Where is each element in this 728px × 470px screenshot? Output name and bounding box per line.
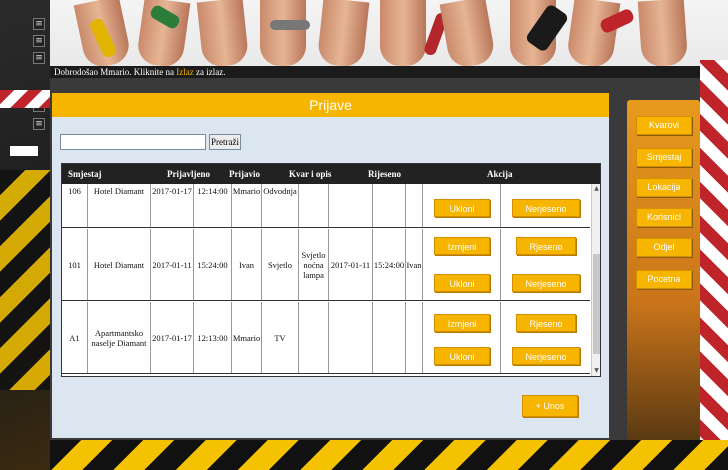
- menu-item-odjel[interactable]: Odjel: [636, 238, 692, 257]
- bottom-decoration: [50, 440, 728, 470]
- column-header: Akcija: [487, 169, 513, 179]
- cell-rijesio: Ivan: [406, 229, 423, 300]
- side-menu: Kvarovi Smjestaj Lokacija Korisnici Odje…: [627, 100, 700, 440]
- cell-time: 15:24:00: [194, 229, 232, 300]
- cell-id: A1: [62, 302, 88, 373]
- menu-item-lokacija[interactable]: Lokacija: [636, 178, 692, 197]
- cell-smjestaj: Apartmantsko naselje Diamant: [88, 302, 151, 373]
- column-header: Rijeseno: [368, 169, 401, 179]
- cell-rijeseno-time: 15:24:00: [373, 229, 406, 300]
- rjeseno-button[interactable]: Rjeseno: [516, 314, 576, 332]
- cell-prijavio: Mmario: [232, 302, 262, 373]
- prijave-panel: Prijave Pretraži Smjestaj Prijavljeno Pr…: [52, 93, 609, 438]
- cell-opis: [299, 302, 329, 373]
- header-banner: [0, 0, 728, 66]
- cell-rijesio: [406, 302, 423, 373]
- cell-rijeseno-time: [373, 302, 406, 373]
- prijave-table: Smjestaj Prijavljeno Prijavio Kvar i opi…: [61, 163, 601, 377]
- cell-date: 2017-01-17: [151, 184, 194, 227]
- cell-kvar: Odvodnja: [262, 184, 299, 227]
- ukloni-button[interactable]: Ukloni: [434, 274, 490, 292]
- cell-prijavio: Mmario: [232, 184, 262, 227]
- menu-square-icon: ≡: [33, 118, 45, 130]
- right-decoration: [700, 60, 728, 470]
- cell-kvar: TV: [262, 302, 299, 373]
- cell-smjestaj: Hotel Diamant: [88, 229, 151, 300]
- cell-rijeseno-date: [329, 184, 373, 227]
- nerjeseno-button[interactable]: Nerjeseno: [512, 274, 580, 292]
- column-header: Prijavio: [229, 169, 260, 179]
- scroll-up-icon[interactable]: ▲: [592, 184, 601, 194]
- page-title: Prijave: [52, 93, 609, 117]
- cell-time: 12:14:00: [194, 184, 232, 227]
- left-decoration: ≡ ≡ ≡ ≡ ≡: [0, 0, 50, 470]
- add-entry-button[interactable]: + Unos: [522, 395, 578, 417]
- menu-item-kvarovi[interactable]: Kvarovi: [636, 116, 692, 135]
- table-header: Smjestaj Prijavljeno Prijavio Kvar i opi…: [62, 164, 600, 184]
- search-input[interactable]: [60, 134, 206, 150]
- table-body: 106 Hotel Diamant 2017-01-17 12:14:00 Mm…: [62, 184, 600, 376]
- table-row: A1 Apartmantsko naselje Diamant 2017-01-…: [62, 302, 590, 374]
- column-header: Prijavljeno: [167, 169, 210, 179]
- ukloni-button[interactable]: Ukloni: [434, 347, 490, 365]
- cell-date: 2017-01-11: [151, 229, 194, 300]
- welcome-text-end: za izlaz.: [193, 67, 226, 77]
- menu-item-pocetna[interactable]: Pocetna: [636, 270, 692, 289]
- table-row: 106 Hotel Diamant 2017-01-17 12:14:00 Mm…: [62, 184, 590, 228]
- cell-rijeseno-date: [329, 302, 373, 373]
- scroll-down-icon[interactable]: ▼: [592, 366, 601, 376]
- menu-square-icon: ≡: [33, 52, 45, 64]
- menu-square-icon: ≡: [33, 35, 45, 47]
- nerjeseno-button[interactable]: Nerjeseno: [512, 199, 580, 217]
- menu-item-korisnici[interactable]: Korisnici: [636, 208, 692, 227]
- cell-kvar: Svjetlo: [262, 229, 299, 300]
- column-header: Kvar i opis: [289, 169, 332, 179]
- cell-rijeseno-time: [373, 184, 406, 227]
- cell-opis: Svjetlo noćna lampa: [299, 229, 329, 300]
- menu-square-icon: ≡: [33, 18, 45, 30]
- cell-opis: [299, 184, 329, 227]
- izmjeni-button[interactable]: Izmjeni: [434, 314, 490, 332]
- ukloni-button[interactable]: Ukloni: [434, 199, 490, 217]
- logout-link[interactable]: Izlaz: [176, 67, 193, 77]
- izmjeni-button[interactable]: Izmjeni: [434, 237, 490, 255]
- search-button[interactable]: Pretraži: [209, 134, 241, 150]
- cell-id: 106: [62, 184, 88, 227]
- cell-id: 101: [62, 229, 88, 300]
- welcome-bar: Dobrodošao Mmario. Kliknite na Izlaz za …: [50, 66, 700, 78]
- welcome-text: Dobrodošao Mmario. Kliknite na: [54, 67, 177, 77]
- table-row: 101 Hotel Diamant 2017-01-11 15:24:00 Iv…: [62, 229, 590, 301]
- cell-time: 12:13:00: [194, 302, 232, 373]
- scroll-thumb[interactable]: [593, 254, 600, 354]
- cell-prijavio: Ivan: [232, 229, 262, 300]
- column-header: Smjestaj: [68, 169, 102, 179]
- menu-item-smjestaj[interactable]: Smjestaj: [636, 148, 692, 167]
- cell-rijeseno-date: 2017-01-11: [329, 229, 373, 300]
- table-scrollbar[interactable]: ▲ ▼: [591, 184, 600, 376]
- rjeseno-button[interactable]: Rjeseno: [516, 237, 576, 255]
- cell-smjestaj: Hotel Diamant: [88, 184, 151, 227]
- cell-rijesio: [406, 184, 423, 227]
- nerjeseno-button[interactable]: Nerjeseno: [512, 347, 580, 365]
- cell-date: 2017-01-17: [151, 302, 194, 373]
